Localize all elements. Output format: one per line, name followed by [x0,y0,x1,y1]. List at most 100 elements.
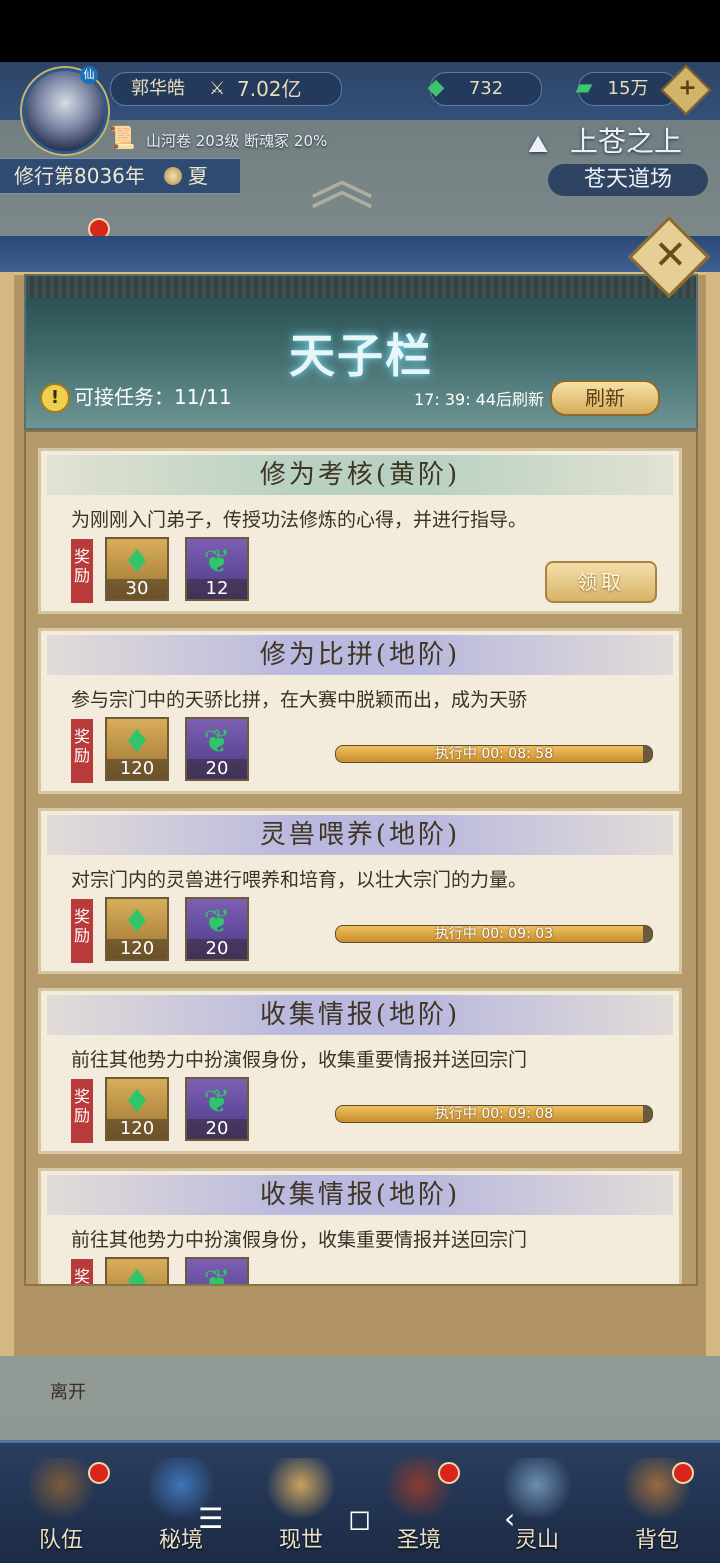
nav-label: 现世 [278,1528,323,1553]
map-scroll-icon[interactable]: 📜 [108,126,135,151]
task-count-label: 可接任务：11/11 [74,385,232,409]
banner-stripe [26,276,696,298]
talisman-icon: ❦ [203,1082,231,1120]
nav-holy-realm[interactable]: 圣境 [364,1450,474,1553]
reward-qty: 120 [107,1119,167,1139]
reward-item-jade[interactable]: ♦ [105,1257,169,1286]
plus-icon: + [678,75,697,101]
jade-gem-icon: ♦ [122,902,152,940]
task-card: 灵兽喂养(地阶) 对宗门内的灵兽进行喂养和培育，以壮大宗门的力量。 奖励 ♦ 1… [38,808,682,974]
avatar-badge: 仙 [80,66,98,84]
menu-icon[interactable]: ☰ [198,1502,223,1535]
reward-item-talisman[interactable]: ❦ 20 [185,1077,249,1141]
task-description: 参与宗门中的天骄比拼，在大赛中脱颖而出，成为天骄 [71,689,528,711]
refresh-button[interactable]: 刷新 [550,380,660,416]
notification-dot [88,1462,110,1484]
progress-text: 执行中 00: 09: 08 [434,1106,554,1122]
reward-item-jade[interactable]: ♦ 120 [105,1077,169,1141]
reward-item-talisman[interactable]: ❦ 20 [185,717,249,781]
power-icon: ⚔ [209,78,226,99]
claim-button[interactable]: 领取 [545,561,657,603]
task-title: 修为考核(黄阶) [47,455,673,495]
panel-left-edge [0,272,14,1356]
team-icon [28,1458,94,1518]
reward-item-talisman[interactable]: ❦ 12 [185,537,249,601]
reward-item-talisman[interactable]: ❦ 20 [185,897,249,961]
reward-label: 奖励 [71,539,93,603]
notification-dot [672,1462,694,1484]
nav-backpack[interactable]: 背包 [602,1450,712,1553]
season-label: 夏 [188,164,208,188]
reward-item-jade[interactable]: ♦ 30 [105,537,169,601]
back-icon[interactable]: ‹ [504,1502,515,1535]
task-description: 对宗门内的灵兽进行喂养和培育，以壮大宗门的力量。 [71,869,528,891]
talisman-icon: ❦ [203,542,231,580]
jade-gem-icon: ♦ [122,1262,152,1286]
jade-currency[interactable]: ◆ 732 [428,72,542,106]
talisman-icon: ❦ [203,1262,231,1286]
task-progress-bar: 执行中 00: 08: 58 [335,745,653,763]
task-card: 修为比拼(地阶) 参与宗门中的天骄比拼，在大赛中脱颖而出，成为天骄 奖励 ♦ 1… [38,628,682,794]
scroll-map-icon [268,1458,334,1518]
reward-qty: 30 [107,579,167,599]
reward-label: 奖励 [71,719,93,783]
player-info-pill[interactable]: 郭华皓 ⚔ 7.02亿 [110,72,342,106]
task-progress-bar: 执行中 00: 09: 08 [335,1105,653,1123]
season-icon [164,167,182,185]
nav-label: 灵山 [514,1528,559,1553]
task-card: 收集情报(地阶) 前往其他势力中扮演假身份，收集重要情报并送回宗门 奖励 ♦ ❦ [38,1168,682,1286]
status-bar [0,0,720,62]
nav-present-world[interactable]: 现世 [246,1450,356,1553]
refresh-countdown: 17: 39: 44后刷新 [414,390,545,409]
close-icon: ✕ [653,232,688,279]
jade-gem-icon: ♦ [122,722,152,760]
nav-spirit-mountain[interactable]: 灵山 [482,1450,592,1553]
nav-label: 圣境 [396,1528,441,1553]
nav-label: 队伍 [38,1528,83,1553]
jade-gem-icon: ♦ [122,542,152,580]
up-chevron-icon: ︽ [310,145,374,219]
reward-qty: 120 [107,939,167,959]
nav-label: 背包 [634,1528,679,1553]
panel-top-rim [0,236,720,275]
reward-item-jade[interactable]: ♦ 120 [105,897,169,961]
realm-icon: ⛰ [528,130,549,158]
task-card: 收集情报(地阶) 前往其他势力中扮演假身份，收集重要情报并送回宗门 奖励 ♦ 1… [38,988,682,1154]
reward-qty: 20 [187,939,247,959]
task-title: 收集情报(地阶) [47,995,673,1035]
leave-label: 离开 [50,1382,86,1403]
power-value: 7.02亿 [237,77,302,101]
panel-title: 天子栏 [289,329,433,383]
talisman-icon: ❦ [203,722,231,760]
reward-qty: 120 [107,759,167,779]
task-title: 收集情报(地阶) [47,1175,673,1215]
progress-text: 执行中 00: 08: 58 [434,746,554,762]
realm-title[interactable]: ⛰ 上苍之上 [500,122,700,162]
task-list[interactable]: 修为考核(黄阶) 为刚刚入门弟子，传授功法修炼的心得，并进行指导。 奖励 ♦ 3… [24,430,698,1286]
reward-label: 奖励 [71,1079,93,1143]
reward-item-talisman[interactable]: ❦ [185,1257,249,1286]
progress-text: 执行中 00: 09: 03 [434,926,554,942]
jade-amount: 732 [468,78,504,99]
cultivation-year-bar: 修行第8036年 夏 [0,158,240,194]
nav-secret-realm[interactable]: 秘境 [126,1450,236,1553]
realm-subtitle[interactable]: 苍天道场 [548,164,708,196]
task-card: 修为考核(黄阶) 为刚刚入门弟子，传授功法修炼的心得，并进行指导。 奖励 ♦ 3… [38,448,682,614]
reward-item-jade[interactable]: ♦ 120 [105,717,169,781]
task-progress-bar: 执行中 00: 09: 03 [335,925,653,943]
location-info: 山河卷 203级 断魂冢 20% [146,132,328,150]
home-icon[interactable]: ◻ [348,1502,371,1535]
notification-dot [438,1462,460,1484]
reward-label: 奖励 [71,1259,93,1284]
reward-label: 奖励 [71,899,93,963]
reward-qty: 20 [187,1119,247,1139]
panel-right-edge [706,272,720,1356]
reward-qty: 12 [187,579,247,599]
year-label: 修行第8036年 [14,164,145,188]
task-description: 前往其他势力中扮演假身份，收集重要情报并送回宗门 [71,1229,528,1251]
task-title: 灵兽喂养(地阶) [47,815,673,855]
player-name: 郭华皓 [131,78,185,99]
reward-qty: 20 [187,759,247,779]
talisman-icon: ❦ [203,902,231,940]
task-description: 为刚刚入门弟子，传授功法修炼的心得，并进行指导。 [71,509,528,531]
